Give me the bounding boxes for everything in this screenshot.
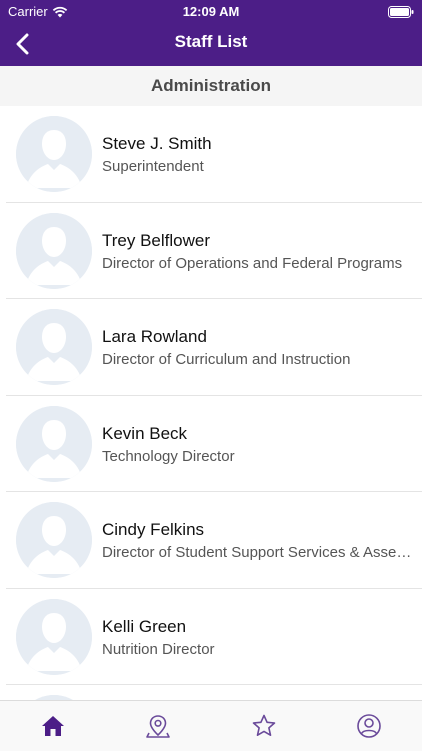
status-bar: Carrier 12:09 AM: [0, 0, 422, 22]
staff-title: Director of Curriculum and Instruction: [102, 351, 412, 368]
staff-name: Lara Rowland: [102, 327, 207, 347]
nav-bar: Staff List: [0, 22, 422, 66]
staff-title: Superintendent: [102, 158, 412, 175]
staff-name: Steve J. Smith: [102, 134, 212, 154]
app-header: Carrier 12:09 AM Staff List: [0, 0, 422, 66]
page-title: Staff List: [0, 32, 422, 52]
status-time: 12:09 AM: [0, 4, 422, 19]
tab-favorites[interactable]: [211, 701, 317, 751]
star-icon: [251, 713, 277, 739]
section-title: Administration: [151, 76, 271, 96]
tab-bar: [0, 700, 422, 751]
tab-profile[interactable]: [317, 701, 422, 751]
staff-list[interactable]: Steve J. Smith Superintendent Trey Belfl…: [0, 106, 422, 700]
staff-row[interactable]: Cindy Felkins Director of Student Suppor…: [6, 492, 422, 589]
staff-row[interactable]: Kelli Green Nutrition Director: [6, 589, 422, 686]
avatar-placeholder-icon: [16, 116, 92, 192]
home-icon: [40, 714, 66, 738]
staff-title: Director of Student Support Services & A…: [102, 544, 412, 561]
staff-name: Kevin Beck: [102, 424, 187, 444]
tab-locations[interactable]: [106, 701, 212, 751]
profile-icon: [356, 713, 382, 739]
staff-title: Nutrition Director: [102, 641, 412, 658]
staff-name: Trey Belflower: [102, 231, 210, 251]
avatar-placeholder-icon: [16, 309, 92, 385]
section-header-administration: Administration: [0, 66, 422, 106]
staff-title: Technology Director: [102, 448, 412, 465]
staff-title: Director of Operations and Federal Progr…: [102, 255, 412, 272]
staff-name: Kelli Green: [102, 617, 186, 637]
avatar-placeholder-icon: [16, 502, 92, 578]
staff-name: Cindy Felkins: [102, 520, 204, 540]
avatar-placeholder-icon: [16, 599, 92, 675]
map-pin-icon: [145, 713, 171, 739]
staff-row[interactable]: Kevin Beck Technology Director: [6, 396, 422, 493]
avatar-placeholder-icon: [16, 406, 92, 482]
staff-row-partial[interactable]: [6, 685, 422, 700]
staff-row[interactable]: Lara Rowland Director of Curriculum and …: [6, 299, 422, 396]
battery-icon: [388, 6, 414, 21]
staff-row[interactable]: Trey Belflower Director of Operations an…: [6, 203, 422, 300]
avatar-placeholder-icon: [16, 213, 92, 289]
tab-home[interactable]: [0, 701, 106, 751]
staff-row[interactable]: Steve J. Smith Superintendent: [6, 106, 422, 203]
